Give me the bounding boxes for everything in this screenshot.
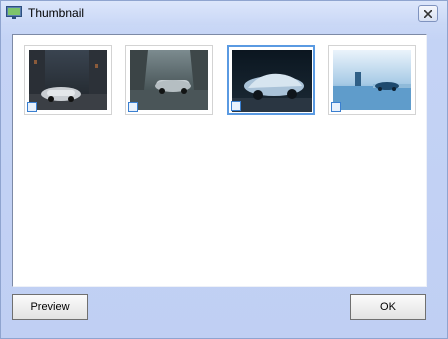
title-bar[interactable]: Thumbnail [1,1,447,25]
thumbnail-item[interactable] [328,45,416,115]
thumbnail-item[interactable] [24,45,112,115]
thumbnail-item[interactable] [227,45,315,115]
thumbnail-app-icon [6,6,22,20]
close-button[interactable] [418,5,438,22]
window-title: Thumbnail [28,6,85,20]
thumbnail-image [333,50,411,110]
close-icon [424,9,432,18]
thumbnail-image [130,50,208,110]
thumbnail-list [12,34,427,287]
thumbnail-image [29,50,107,110]
thumbnail-image [232,50,312,112]
thumbnail-checkbox[interactable] [231,101,241,111]
thumbnail-window: Thumbnail Preview OK [0,0,448,339]
thumbnail-checkbox[interactable] [27,102,37,112]
thumbnail-checkbox[interactable] [331,102,341,112]
preview-button[interactable]: Preview [12,294,88,320]
thumbnail-checkbox[interactable] [128,102,138,112]
ok-button[interactable]: OK [350,294,426,320]
thumbnail-item[interactable] [125,45,213,115]
